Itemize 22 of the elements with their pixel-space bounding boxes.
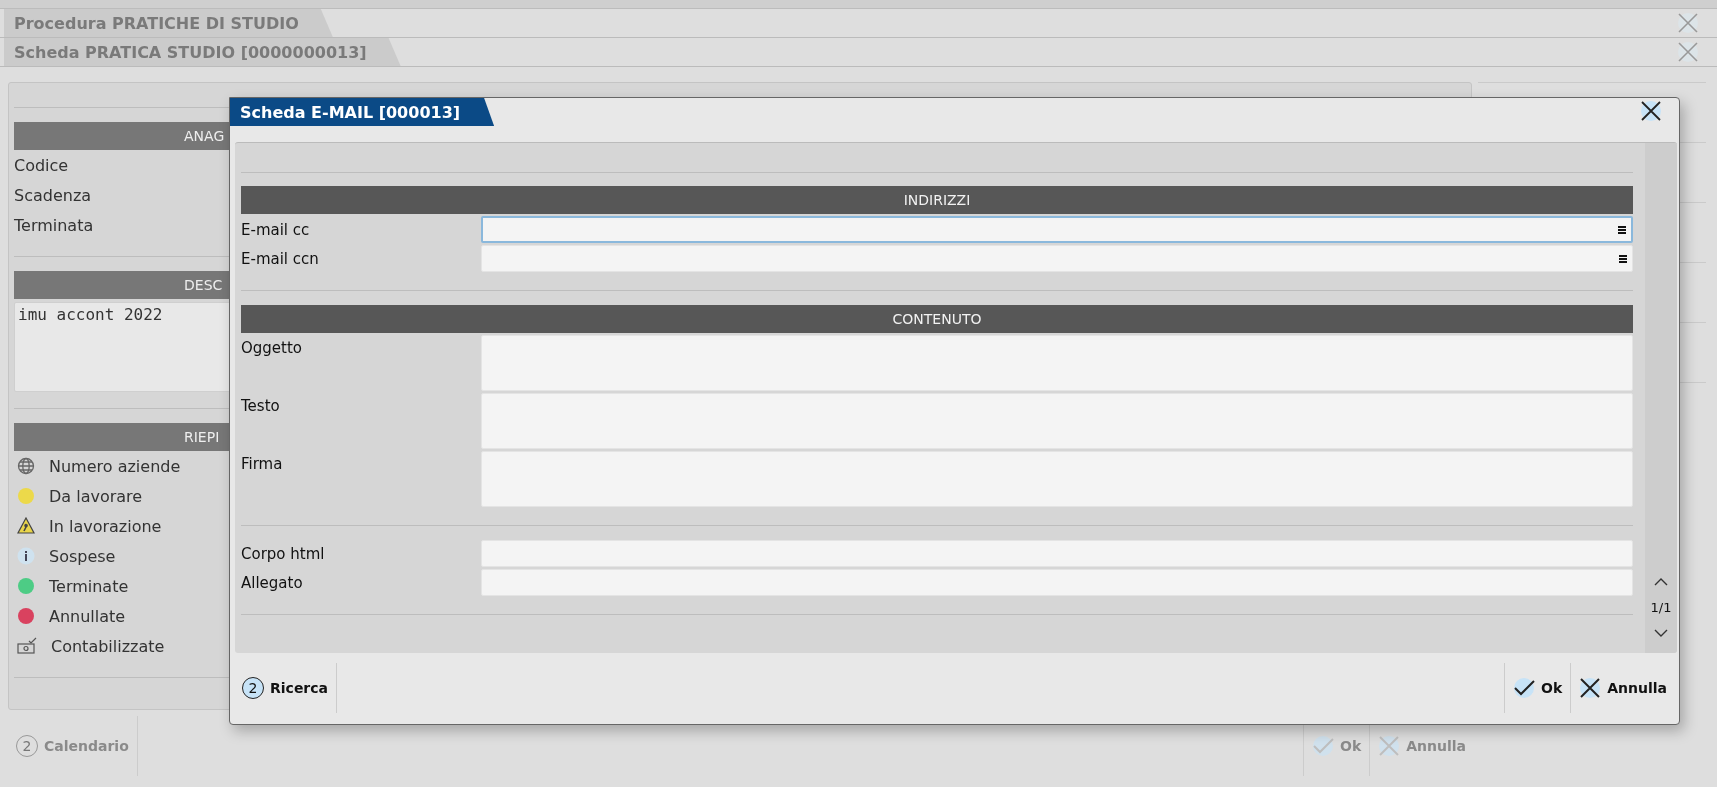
section-header: INDIRIZZI bbox=[241, 186, 1633, 214]
legend-label: Sospese bbox=[49, 546, 116, 566]
shortcut-key: 2 bbox=[242, 677, 264, 699]
field-label: Terminata bbox=[14, 214, 94, 237]
legend-label: Terminate bbox=[49, 576, 129, 596]
field-label: E-mail cc bbox=[241, 219, 311, 241]
field-label: E-mail ccn bbox=[241, 248, 320, 270]
field-label: Scadenza bbox=[14, 184, 92, 207]
page-counter: 1/1 bbox=[1650, 600, 1672, 615]
legend-label: Contabilizzate bbox=[51, 636, 165, 656]
field-label: Oggetto bbox=[241, 338, 304, 359]
legend-label: Da lavorare bbox=[49, 486, 143, 506]
legend-label: Annullate bbox=[49, 606, 126, 626]
field-label: Firma bbox=[241, 454, 284, 475]
field-label: Allegato bbox=[241, 572, 304, 594]
field-label: Codice bbox=[14, 154, 69, 177]
legend-label: In lavorazione bbox=[49, 516, 162, 536]
field-label: Testo bbox=[241, 396, 281, 417]
section-header: CONTENUTO bbox=[241, 305, 1633, 333]
dialog-title: Scheda E-MAIL [000013] bbox=[230, 98, 495, 126]
legend-label: Numero aziende bbox=[49, 456, 181, 476]
field-label: Corpo html bbox=[241, 543, 326, 565]
